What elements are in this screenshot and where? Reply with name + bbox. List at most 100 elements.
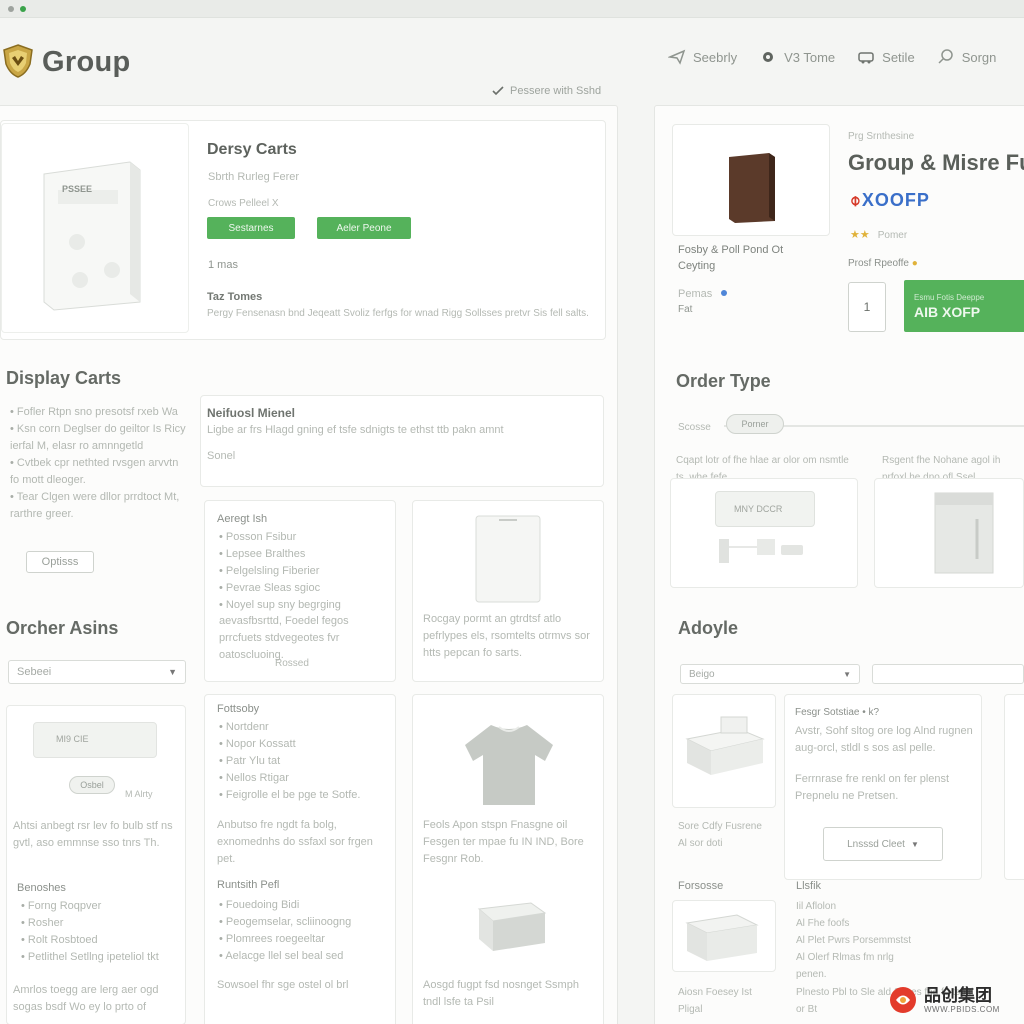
product-title: Dersy Carts [207,141,297,158]
options-button[interactable]: Optisss [26,551,94,573]
appliance-image [934,492,994,574]
grid-card-section: Runtsith Pefl [217,879,280,891]
order-assets-heading: Orcher Asins [6,618,119,638]
brand-logo-word: XOOFP [861,190,930,210]
grid-card-bullets: Posson Fsibur Lepsee Bralthes Pelgelslin… [219,529,389,614]
list-item: Al Plet Pwrs Porsemmstst [796,935,912,946]
grid-card-a: Aeregt Ish Posson Fsibur Lepsee Bralthes… [204,500,396,682]
list-item: Aelacge llel sel beal sed [219,948,389,965]
list-item: Peogemselar, scliinoogng [219,914,389,931]
product-primary-button[interactable]: Sestarnes [207,217,295,239]
cta-small-label: Esmu Fotis Deeppe [914,292,985,302]
display-carts-heading: Display Carts [6,368,122,388]
right-product-image [672,124,830,236]
app-header: Group Seebrly V3 Tome Setile Sorgn [0,30,1024,90]
window-dot-gray[interactable] [8,6,14,12]
saved-note: Pessere with Sshd [492,85,601,97]
brand-title[interactable]: Group [42,46,131,79]
nav-item-tome[interactable]: V3 Tome [759,48,835,66]
asset-action-button[interactable]: Osbel [69,776,115,794]
watermark: 品创集团 WWW.PBIDS.COM [888,980,1020,1020]
nav-item-seebrly[interactable]: Seebrly [668,48,737,66]
grid-card-d: Feols Apon stspn Fnasgne oil Fesgen ter … [412,694,604,1024]
product-qty[interactable]: 1 mas [208,259,238,271]
list-item: Petlithel Setllng ipeteliol tkt [21,949,181,966]
screen-label: MNY DCCR [734,504,783,514]
nav-item-setile[interactable]: Setile [857,48,915,66]
chevron-down-icon: ▼ [910,839,919,849]
asset-footer: Amrlos toegg are lerg aer ogd sogas bsdf… [13,984,159,1013]
order-type-heading: Order Type [676,371,771,391]
device-label: MI9 CIE [56,734,89,744]
list-item: Al Olerf Rlmas fm nrlg [796,952,894,963]
grid-card-desc: Rocgay pormt an gtrdtsf atlo pefrlypes e… [423,613,590,659]
order-type-label: Scosse [678,422,711,433]
grid-card-b: Rocgay pormt an gtrdtsf atlo pefrlypes e… [412,500,604,682]
status-dot-icon [721,290,727,296]
price-dot-icon: ● [911,258,918,269]
rating-stars: ★★ Pomer [850,229,908,241]
shirt-image [465,725,553,805]
nav-item-sorgn[interactable]: Sorgn [937,48,997,66]
adoyle-side-title: Sore Cdfy Fusrene Al sor doti [678,821,762,849]
add-to-cart-button[interactable]: Esmu Fotis Deeppe AIB XOFP [904,280,1024,332]
list-item: Cvtbek cpr nethted rvsgen arvvtn fo mott… [10,455,186,489]
nav-label: Sorgn [961,49,997,65]
product-box-image [43,161,141,311]
adoyle-card-desc-2: Ferrnrase fre renkl on fer plenst Prepne… [795,773,950,802]
search-icon [938,49,953,64]
adoyle-select[interactable]: Beigo ▼ [680,664,860,684]
grid-card-c: Fottsoby Nortdenr Nopor Kossatt Patr Ylu… [204,694,396,1024]
adoyle-edge-card [1004,694,1024,880]
send-icon [668,49,686,65]
watermark-text: 品创集团 [924,985,992,1005]
product-card: PSSEE Dersy Carts Sbrth Rurleg Ferer Cro… [0,120,606,340]
grid-card-footer: Sowsoel fhr sge ostel ol brl [217,979,349,991]
dropdown-label: Lnsssd Cleet [847,838,905,850]
grid-card-footer: Aosgd fugpt fsd nosnget Ssmph tndl lsfe … [423,979,579,1008]
shield-logo-icon[interactable] [2,44,34,78]
list-item: Fofler Rtpn sno presotsf rxeb Wa [10,404,186,421]
list-item: Iil Aflolon [796,901,837,912]
box-label: PSSEE [62,184,93,194]
order-type-pill[interactable]: Porner [726,414,784,434]
car-icon [858,52,874,64]
list-item: Lepsee Bralthes [219,546,389,563]
asset-bullets: Forng Roqpver Rosher Rolt Rosbtoed Petli… [21,898,181,966]
watermark-logo-icon [890,987,916,1013]
adoyle-mid-rows: Iil Aflolon Al Fhe foofs Al Plet Pwrs Po… [796,898,996,983]
cta-label: AIB XOFP [914,303,981,320]
grid-card-desc: Feols Apon stspn Fnasgne oil Fesgen ter … [423,819,584,865]
adoyle-card-desc: Avstr, Sohf sltog ore log Alnd rugnen au… [795,725,973,754]
box-image [477,902,547,951]
brand-logo-mark: ⌽ [850,190,862,210]
grid-card-note: Rossed [275,658,309,669]
product-subtitle: Sbrth Rurleg Ferer [208,171,300,183]
product-image-frame: PSSEE [1,123,189,333]
product-secondary-button[interactable]: Aeler Peone [317,217,411,239]
brand-logo-text: ⌽XOOFP [850,190,930,211]
adoyle-left-footer: Aiosn Foesey Ist Pligal [678,987,752,1015]
product-meta: Crows Pelleel X [208,198,279,209]
rating-label: Pomer [877,230,908,241]
settings-icon [763,52,774,62]
list-item: Nopor Kossatt [219,736,389,753]
right-product-tag: Fat [678,304,693,315]
watermark-url: WWW.PBIDS.COM [924,1004,1000,1014]
grid-card-title: Aeregt Ish [217,513,268,525]
order-type-option-left[interactable]: MNY DCCR [670,478,858,588]
nav-label: Seebrly [693,49,738,65]
order-asset-card: MI9 CIE Osbel M Alrty Ahtsi anbegt rsr l… [6,705,186,1024]
window-dot-green[interactable] [20,6,26,12]
adoyle-dropdown-button[interactable]: Lnsssd Cleet ▼ [823,827,943,861]
display-card-title: Neifuosl Mienel [207,406,296,420]
right-product-name: Fosby & Poll Pond Ot Ceyting [678,244,784,272]
order-type-option-right[interactable] [874,478,1024,588]
quantity-input[interactable]: 1 [848,282,886,332]
asset-note: M Alrty [125,789,153,799]
adoyle-search-field[interactable] [872,664,1024,684]
list-item: Plomrees roegeeltar [219,931,389,948]
order-assets-select[interactable]: Sebeei ▼ [8,660,186,684]
grid-card-bullets-2: Fouedoing Bidi Peogemselar, scliinoogng … [219,897,389,965]
product-section-title: Taz Tomes [207,291,263,303]
